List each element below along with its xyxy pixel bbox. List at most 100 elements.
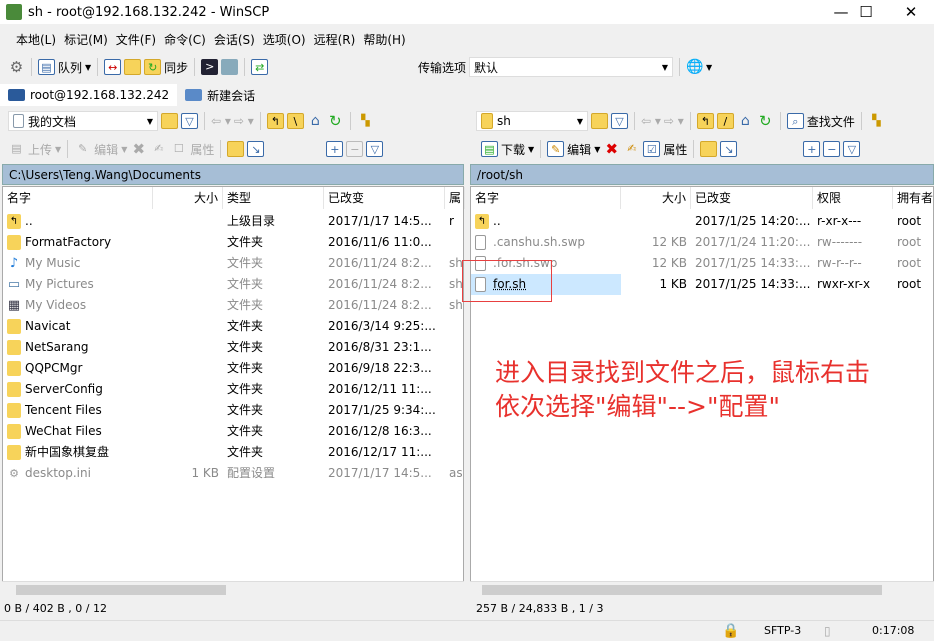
- filter-select-icon[interactable]: ▽: [843, 141, 861, 157]
- new-file-icon[interactable]: ↘: [720, 141, 738, 157]
- back-icon[interactable]: ⇦ ▾: [211, 114, 231, 128]
- new-folder-icon[interactable]: [700, 141, 718, 157]
- delete-icon[interactable]: ✖: [603, 141, 620, 157]
- queue-dropdown-icon[interactable]: ▼: [85, 63, 91, 72]
- close-button[interactable]: ✕: [888, 0, 934, 24]
- menu-remote[interactable]: 远程(R): [310, 30, 360, 50]
- refresh-icon[interactable]: ↻: [327, 113, 344, 129]
- filter-select-icon[interactable]: ▽: [366, 141, 384, 157]
- unselect-icon[interactable]: −: [346, 141, 364, 157]
- file-row[interactable]: Navicat 文件夹 2016/3/14 9:25:...: [3, 316, 463, 337]
- col-modified[interactable]: 已改变: [691, 187, 813, 209]
- menu-local[interactable]: 本地(L): [12, 30, 60, 50]
- select-all-icon[interactable]: +: [326, 141, 344, 157]
- file-row[interactable]: NetSarang 文件夹 2016/8/31 23:1...: [3, 337, 463, 358]
- filter-icon[interactable]: ▽: [181, 113, 198, 129]
- properties-icon[interactable]: ☐: [170, 141, 187, 157]
- file-row[interactable]: ⚙ desktop.ini 1 KB 配置设置 2017/1/17 14:5... as: [3, 463, 463, 484]
- home-icon[interactable]: ⌂: [737, 113, 754, 129]
- tree-icon[interactable]: ▚: [357, 113, 374, 129]
- find-files-button[interactable]: 查找文件: [807, 113, 855, 130]
- file-row[interactable]: .canshu.sh.swp 12 KB 2017/1/24 11:20:... rw…: [471, 232, 933, 253]
- remote-path-bar[interactable]: /root/sh: [470, 164, 934, 185]
- file-row[interactable]: 新中国象棋复盘 文件夹 2016/12/17 11:...: [3, 442, 463, 463]
- file-row[interactable]: QQPCMgr 文件夹 2016/9/18 22:3...: [3, 358, 463, 379]
- queue-button[interactable]: 队列: [58, 59, 82, 76]
- parent-dir-icon[interactable]: ↰: [266, 113, 284, 129]
- download-icon[interactable]: ▤: [481, 141, 498, 157]
- refresh-icon[interactable]: ↻: [757, 113, 774, 129]
- globe-icon[interactable]: 🌐: [686, 59, 703, 75]
- unselect-icon[interactable]: −: [823, 141, 841, 157]
- menu-command[interactable]: 命令(C): [160, 30, 210, 50]
- properties-icon[interactable]: ☑: [643, 141, 661, 157]
- local-location-select[interactable]: 我的文档 ▼: [8, 111, 158, 131]
- open-folder-icon[interactable]: [161, 113, 178, 129]
- tab-new-session[interactable]: 新建会话: [177, 84, 263, 106]
- menu-file[interactable]: 文件(F): [112, 30, 160, 50]
- new-file-icon[interactable]: ↘: [247, 141, 265, 157]
- rename-icon[interactable]: ✍: [623, 141, 640, 157]
- col-name[interactable]: 名字: [3, 187, 153, 209]
- globe-dropdown-icon[interactable]: ▼: [706, 63, 712, 72]
- file-row[interactable]: ↰.. 上级目录 2017/1/17 14:5... r: [3, 211, 463, 232]
- local-path-bar[interactable]: C:\Users\Teng.Wang\Documents: [2, 164, 464, 185]
- putty-icon[interactable]: [221, 59, 239, 75]
- col-attr[interactable]: 属: [445, 187, 465, 209]
- filter-icon[interactable]: ▽: [611, 113, 628, 129]
- file-row[interactable]: ▭ My Pictures 文件夹 2016/11/24 8:2... sh: [3, 274, 463, 295]
- new-folder-icon[interactable]: [227, 141, 245, 157]
- select-all-icon[interactable]: +: [803, 141, 821, 157]
- local-horizontal-scrollbar[interactable]: [2, 581, 464, 597]
- queue-icon[interactable]: ▤: [38, 59, 55, 75]
- tree-icon[interactable]: ▚: [868, 113, 885, 129]
- delete-icon[interactable]: ✖: [130, 141, 147, 157]
- refresh-sync-icon[interactable]: ⇄: [251, 59, 269, 75]
- find-files-icon[interactable]: ⌕: [786, 113, 804, 129]
- edit-icon[interactable]: ✎: [547, 141, 565, 157]
- menu-session[interactable]: 会话(S): [210, 30, 259, 50]
- file-row[interactable]: ↰.. 2017/1/25 14:20:... r-xr-x--- root: [471, 211, 933, 232]
- forward-icon[interactable]: ⇨ ▾: [234, 114, 254, 128]
- sync-browse-icon[interactable]: [124, 59, 142, 75]
- file-row[interactable]: Tencent Files 文件夹 2017/1/25 9:34:...: [3, 400, 463, 421]
- file-row[interactable]: WeChat Files 文件夹 2016/12/8 16:3...: [3, 421, 463, 442]
- sync-button[interactable]: 同步: [164, 59, 188, 76]
- parent-dir-icon[interactable]: ↰: [696, 113, 714, 129]
- upload-icon[interactable]: ▤: [8, 141, 25, 157]
- root-dir-icon[interactable]: /: [716, 113, 734, 129]
- col-size[interactable]: 大小: [621, 187, 691, 209]
- col-size[interactable]: 大小: [153, 187, 223, 209]
- back-icon[interactable]: ⇦ ▾: [641, 114, 661, 128]
- local-edit-button[interactable]: 编辑: [94, 141, 118, 158]
- col-modified[interactable]: 已改变: [324, 187, 445, 209]
- terminal-icon[interactable]: >: [201, 59, 219, 75]
- transfer-options-select[interactable]: 默认 ▼: [469, 57, 674, 77]
- col-name[interactable]: 名字: [471, 187, 621, 209]
- col-permissions[interactable]: 权限: [813, 187, 893, 209]
- sync-icon[interactable]: ↻: [144, 59, 162, 75]
- home-icon[interactable]: ⌂: [307, 113, 324, 129]
- remote-location-select[interactable]: sh ▼: [476, 111, 588, 131]
- file-row[interactable]: ♪ My Music 文件夹 2016/11/24 8:2... sh: [3, 253, 463, 274]
- open-folder-icon[interactable]: [591, 113, 608, 129]
- gear-icon[interactable]: ⚙: [8, 59, 25, 75]
- root-dir-icon[interactable]: \: [286, 113, 304, 129]
- remote-edit-button[interactable]: 编辑: [567, 141, 591, 158]
- edit-icon[interactable]: ✎: [74, 141, 91, 157]
- local-properties-button[interactable]: 属性: [190, 141, 214, 158]
- tab-session-root[interactable]: root@192.168.132.242: [0, 84, 178, 106]
- remote-properties-button[interactable]: 属性: [663, 141, 687, 158]
- col-type[interactable]: 类型: [223, 187, 324, 209]
- local-file-list[interactable]: 名字 大小 类型 已改变 属 ↰.. 上级目录 2017/1/17 14:5... r…: [2, 186, 465, 582]
- upload-button[interactable]: 上传: [28, 141, 52, 158]
- file-row[interactable]: ▦ My Videos 文件夹 2016/11/24 8:2... sh: [3, 295, 463, 316]
- compare-dirs-icon[interactable]: ↔: [104, 59, 122, 75]
- menu-mark[interactable]: 标记(M): [60, 30, 112, 50]
- remote-horizontal-scrollbar[interactable]: [470, 581, 934, 597]
- col-owner[interactable]: 拥有者: [893, 187, 934, 209]
- menu-help[interactable]: 帮助(H): [359, 30, 409, 50]
- rename-icon[interactable]: ✍: [150, 141, 167, 157]
- download-button[interactable]: 下载: [501, 141, 525, 158]
- maximize-button[interactable]: ☐: [843, 0, 889, 24]
